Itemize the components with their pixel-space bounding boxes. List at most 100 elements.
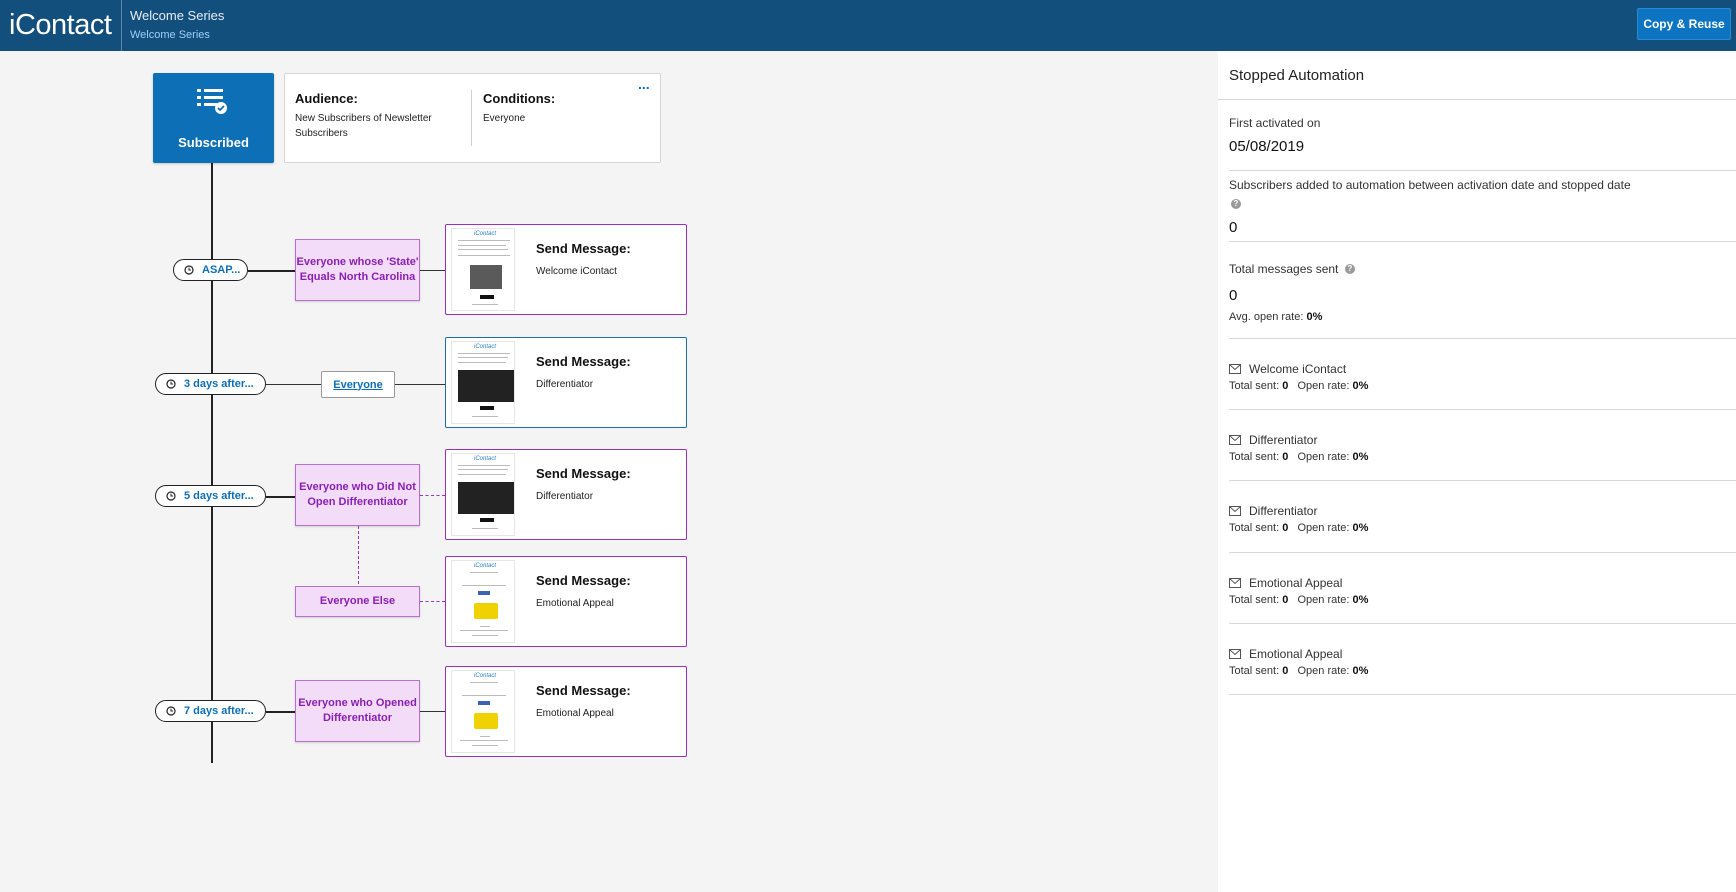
automation-stats-panel: Stopped Automation First activated on 05… [1218, 51, 1736, 892]
open-rate-label: Open rate: [1297, 380, 1350, 392]
divider [1229, 409, 1736, 410]
avg-open-rate: Avg. open rate: 0% [1229, 311, 1322, 323]
automation-canvas: Subscribed Audience: New Subscribers of … [0, 51, 1218, 892]
list-check-icon [197, 89, 227, 114]
message-stat-values: Total sent: 0 Open rate: 0% [1229, 522, 1368, 534]
action-label: Send Message: [536, 354, 631, 369]
message-name: Emotional Appeal [1249, 576, 1343, 590]
flow-trunk-line [211, 163, 213, 763]
timing-pill-7-days[interactable]: 7 days after... [155, 700, 266, 722]
divider [1229, 338, 1736, 339]
total-sent-value: 0 [1282, 451, 1289, 463]
help-icon[interactable]: ? [1231, 199, 1241, 209]
action-label: Send Message: [536, 683, 631, 698]
total-sent-label: Total sent: [1229, 522, 1280, 534]
breadcrumb-link[interactable]: Welcome Series [130, 29, 210, 41]
conditions-value: Everyone [483, 113, 526, 124]
timing-pill-3-days[interactable]: 3 days after... [155, 373, 266, 395]
total-sent-label: Total sent: [1229, 451, 1280, 463]
panel-title: Stopped Automation [1229, 67, 1365, 84]
send-message-card[interactable]: iContact Send Message: Differentiator [445, 337, 687, 428]
open-rate-value: 0% [1352, 380, 1369, 392]
total-sent-label: Total sent: [1229, 594, 1280, 606]
branch-dashed-line [358, 526, 359, 584]
total-sent-value: 0 [1282, 522, 1289, 534]
thumb-logo: iContact [474, 344, 497, 350]
condition-everyone-else[interactable]: Everyone Else [295, 586, 420, 617]
message-stat-name: Differentiator [1229, 433, 1317, 447]
divider [1229, 694, 1736, 695]
first-activated-label: First activated on [1229, 116, 1321, 130]
more-icon[interactable]: ... [638, 76, 650, 92]
branch-dashed-line [420, 495, 445, 496]
copy-reuse-button[interactable]: Copy & Reuse [1637, 8, 1731, 40]
message-stat-name: Emotional Appeal [1229, 647, 1342, 661]
send-message-card[interactable]: iContact Send Message: Differentiator [445, 449, 687, 540]
timing-pill-asap[interactable]: ASAP... [173, 259, 248, 281]
clock-icon [166, 491, 176, 501]
trigger-label: Subscribed [178, 135, 249, 150]
help-icon[interactable]: ? [1345, 264, 1355, 274]
timing-label: 5 days after... [184, 490, 254, 502]
timing-label: ASAP... [202, 264, 241, 276]
logo-text: iContact [9, 9, 112, 41]
message-name: Differentiator [1249, 504, 1318, 518]
message-stat-values: Total sent: 0 Open rate: 0% [1229, 594, 1368, 606]
open-rate-value: 0% [1352, 665, 1369, 677]
clock-icon [166, 706, 176, 716]
thumb-logo: iContact [474, 563, 497, 569]
audience-card[interactable]: Audience: New Subscribers of Newsletter … [284, 73, 661, 163]
total-sent-value: 0 [1282, 594, 1289, 606]
condition-opened[interactable]: Everyone who Opened Differentiator [295, 680, 420, 742]
total-sent-value: 0 [1282, 380, 1289, 392]
timing-label: 3 days after... [184, 378, 254, 390]
divider [1229, 170, 1736, 171]
message-stat-name: Emotional Appeal [1229, 576, 1342, 590]
connector-line [420, 711, 445, 712]
email-thumbnail: iContact [451, 670, 515, 753]
trigger-subscribed-node[interactable]: Subscribed [153, 73, 274, 163]
icontact-logo[interactable]: iContact [9, 8, 112, 42]
open-rate-value: 0% [1352, 522, 1369, 534]
envelope-icon [1229, 649, 1241, 659]
open-rate-label: Open rate: [1297, 451, 1350, 463]
thumb-logo: iContact [474, 231, 497, 237]
app-header: iContact Welcome Series Welcome Series C… [0, 0, 1736, 51]
avg-open-label: Avg. open rate: [1229, 311, 1304, 323]
total-sent-label: Total messages sent [1229, 262, 1339, 276]
send-message-card[interactable]: iContact Send Message: Emotional Appeal [445, 556, 687, 647]
divider [1218, 99, 1736, 100]
message-name: Welcome iContact [1249, 362, 1347, 376]
message-stat-values: Total sent: 0 Open rate: 0% [1229, 451, 1368, 463]
page-title: Welcome Series [130, 8, 225, 23]
message-name: Welcome iContact [536, 266, 617, 277]
clock-icon [184, 265, 194, 275]
action-label: Send Message: [536, 466, 631, 481]
divider [1229, 623, 1736, 624]
connector-line [420, 270, 445, 271]
open-rate-label: Open rate: [1297, 594, 1350, 606]
open-rate-value: 0% [1352, 451, 1369, 463]
divider [1229, 552, 1736, 553]
message-name: Differentiator [1249, 433, 1318, 447]
divider [1229, 241, 1736, 242]
open-rate-label: Open rate: [1297, 665, 1350, 677]
open-rate-value: 0% [1352, 594, 1369, 606]
send-message-card[interactable]: iContact Send Message: Emotional Appeal [445, 666, 687, 757]
subscribers-added-value: 0 [1229, 219, 1238, 236]
send-message-card[interactable]: iContact Send Message: Welcome iContact [445, 224, 687, 315]
condition-everyone[interactable]: Everyone [321, 371, 395, 398]
email-thumbnail: iContact [451, 228, 515, 311]
message-stat-name: Welcome iContact [1229, 362, 1346, 376]
envelope-icon [1229, 435, 1241, 445]
total-sent-value: 0 [1229, 287, 1238, 304]
message-name: Emotional Appeal [536, 708, 614, 719]
condition-state-nc[interactable]: Everyone whose 'State' Equals North Caro… [295, 239, 420, 301]
conditions-heading: Conditions: [483, 91, 556, 106]
timing-pill-5-days[interactable]: 5 days after... [155, 485, 266, 507]
envelope-icon [1229, 578, 1241, 588]
audience-heading: Audience: [295, 91, 358, 106]
thumb-logo: iContact [474, 456, 497, 462]
condition-did-not-open[interactable]: Everyone who Did Not Open Differentiator [295, 464, 420, 526]
message-stat-values: Total sent: 0 Open rate: 0% [1229, 665, 1368, 677]
